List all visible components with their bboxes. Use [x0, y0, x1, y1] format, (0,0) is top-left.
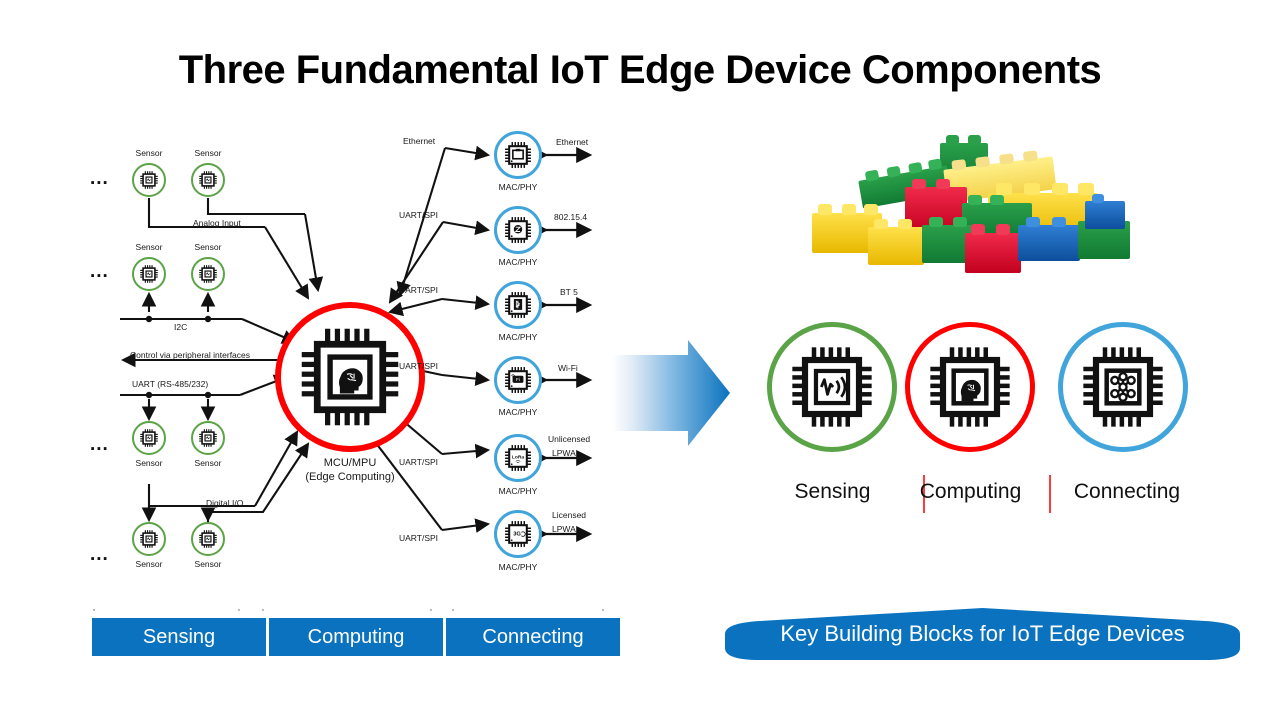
cpu-brain-icon — [301, 328, 399, 426]
bus-label-analog-input: Analog Input — [193, 218, 241, 228]
wifi-icon: Fi — [505, 367, 531, 393]
sensor-label: Sensor — [194, 148, 222, 158]
building-block-connecting[interactable] — [1058, 322, 1188, 452]
phy-out-label-line1: Unlicensed — [548, 434, 591, 444]
artifact-dot — [452, 609, 454, 611]
chip-network-icon — [1083, 347, 1163, 427]
sensor-ellipsis-3: ... — [90, 434, 109, 455]
svg-text:3G: 3G — [513, 532, 521, 538]
sensor-chip-icon — [199, 530, 217, 548]
phy-sublabel: MAC/PHY — [498, 182, 538, 192]
phy-out-label-line2: LPWA — [552, 524, 576, 534]
phy-node-3gpp[interactable]: 3G — [494, 510, 542, 558]
building-block-label-sensing: Sensing — [794, 480, 871, 503]
sensor-node[interactable] — [191, 163, 225, 197]
phy-in-label: UART/SPI — [399, 361, 439, 371]
sensor-label: Sensor — [135, 559, 163, 569]
chip-brain-icon — [930, 347, 1010, 427]
phy-out-label-line1: Licensed — [552, 510, 587, 520]
phy-sublabel: MAC/PHY — [498, 332, 538, 342]
sensor-node[interactable] — [132, 257, 166, 291]
sensor-ellipsis-4: ... — [90, 544, 109, 565]
phy-out-label-line2: LPWA — [552, 448, 576, 458]
sensor-chip-icon — [140, 171, 158, 189]
pillar-bar-sensing[interactable]: Sensing — [92, 618, 266, 656]
phy-in-label: UART/SPI — [399, 533, 439, 543]
phy-out-label: Ethernet — [556, 137, 589, 147]
sensor-node[interactable] — [132, 163, 166, 197]
chip-waveform-icon — [792, 347, 872, 427]
sensor-chip-icon — [199, 429, 217, 447]
artifact-dot — [430, 609, 432, 611]
sensor-node[interactable] — [191, 257, 225, 291]
sensor-label: Sensor — [194, 458, 222, 468]
key-building-blocks-banner: Key Building Blocks for IoT Edge Devices — [725, 608, 1240, 660]
phy-sublabel: MAC/PHY — [498, 257, 538, 267]
sensor-ellipsis-1: ... — [90, 168, 109, 189]
ethernet-port-icon — [505, 142, 531, 168]
banner-text: Key Building Blocks for IoT Edge Devices — [780, 621, 1185, 646]
sensor-label: Sensor — [194, 242, 222, 252]
phy-node-lora[interactable]: LoRa — [494, 434, 542, 482]
sensor-label: Sensor — [194, 559, 222, 569]
bluetooth-icon — [505, 292, 531, 318]
3gpp-icon: 3G — [505, 521, 531, 547]
phy-node-bluetooth[interactable] — [494, 281, 542, 329]
sensor-node[interactable] — [132, 421, 166, 455]
svg-text:Fi: Fi — [516, 377, 520, 382]
bus-label-control: Control via peripheral interfaces — [130, 350, 251, 360]
artifact-dot — [238, 609, 240, 611]
phy-node-wifi[interactable]: Fi — [494, 356, 542, 404]
phy-node-ethernet[interactable] — [494, 131, 542, 179]
sensor-chip-icon — [140, 265, 158, 283]
phy-in-label: UART/SPI — [399, 210, 439, 220]
building-block-computing[interactable] — [905, 322, 1035, 452]
mcu-node[interactable] — [275, 302, 425, 452]
sensor-chip-icon — [140, 429, 158, 447]
sensor-ellipsis-2: ... — [90, 261, 109, 282]
gradient-right-arrow — [612, 340, 730, 446]
sensor-label: Sensor — [135, 242, 163, 252]
phy-sublabel: MAC/PHY — [498, 562, 538, 572]
iot-edge-block-diagram: ... ... ... ... Sensor Sensor Sensor Sen… — [90, 122, 620, 622]
lego-bricks-photo — [812, 135, 1130, 273]
phy-sublabel: MAC/PHY — [498, 486, 538, 496]
pillar-bar-connecting[interactable]: Connecting — [446, 618, 620, 656]
zigbee-icon — [505, 217, 531, 243]
artifact-dot — [93, 609, 95, 611]
label-separator — [1049, 475, 1051, 513]
slide-canvas: Three Fundamental IoT Edge Device Compon… — [0, 0, 1280, 720]
pillar-bar-computing[interactable]: Computing — [269, 618, 443, 656]
sensor-chip-icon — [199, 265, 217, 283]
sensor-node[interactable] — [191, 522, 225, 556]
building-block-sensing[interactable] — [767, 322, 897, 452]
sensor-label: Sensor — [135, 148, 163, 158]
building-block-label-computing: Computing — [919, 480, 1022, 503]
bus-label-i2c: I2C — [174, 322, 188, 332]
sensor-chip-icon — [140, 530, 158, 548]
bus-label-digital-io: Digital I/O — [206, 498, 244, 508]
bus-label-uart-rs: UART (RS-485/232) — [132, 379, 209, 389]
sensor-chip-icon — [199, 171, 217, 189]
page-title: Three Fundamental IoT Edge Device Compon… — [178, 48, 1102, 92]
mcu-label-line2: (Edge Computing) — [305, 471, 395, 483]
sensor-node[interactable] — [191, 421, 225, 455]
phy-in-label: Ethernet — [403, 136, 436, 146]
phy-in-label: UART/SPI — [399, 285, 439, 295]
artifact-dot — [602, 609, 604, 611]
pillar-bar: Sensing Computing Connecting — [92, 618, 620, 656]
phy-out-label: Wi-Fi — [558, 363, 578, 373]
phy-sublabel: MAC/PHY — [498, 407, 538, 417]
lora-icon: LoRa — [505, 445, 531, 471]
artifact-dot — [262, 609, 264, 611]
phy-out-label: BT 5 — [560, 287, 578, 297]
svg-text:LoRa: LoRa — [512, 454, 524, 460]
building-block-label-connecting: Connecting — [1073, 480, 1181, 503]
phy-node-802154[interactable] — [494, 206, 542, 254]
sensor-node[interactable] — [132, 522, 166, 556]
sensor-label: Sensor — [135, 458, 163, 468]
phy-in-label: UART/SPI — [399, 457, 439, 467]
phy-out-label: 802.15.4 — [554, 212, 588, 222]
